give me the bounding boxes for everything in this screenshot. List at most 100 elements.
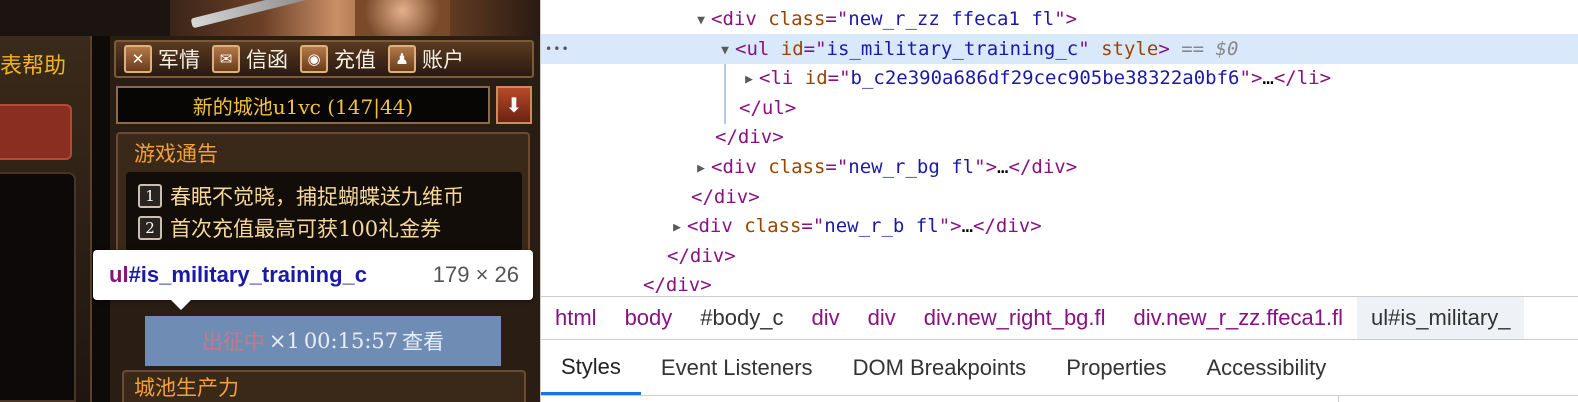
breadcrumb-item[interactable]: html	[541, 297, 611, 339]
expand-triangle-icon[interactable]: ▶	[667, 213, 687, 243]
dom-node-line[interactable]: ▶ <li id="b_c2e390a686df29cec905be38322a0…	[541, 63, 1578, 93]
warrior-artwork	[355, 0, 450, 36]
top-menu-bar: ✕ 军情 ✉ 信函 ◉ 充值 ♟ 账户	[114, 40, 534, 78]
city-name-bar[interactable]: 新的城池u1vc (147|44)	[116, 86, 490, 124]
more-options-icon[interactable]: •••	[545, 34, 570, 64]
attr-quote: "	[1239, 67, 1251, 90]
tag-end: >	[1065, 8, 1078, 30]
menu-item-military-intel[interactable]: ✕ 军情	[120, 44, 204, 74]
attr-quote: "	[938, 215, 951, 238]
expand-triangle-icon[interactable]: ▶	[691, 154, 711, 184]
crossed-swords-icon: ✕	[124, 45, 152, 73]
tag-end: >	[1250, 67, 1263, 90]
red-panel-button[interactable]	[0, 104, 72, 160]
tooltip-tag: ul	[109, 262, 129, 287]
menu-item-mail[interactable]: ✉ 信函	[208, 44, 292, 74]
attr-eq: ="	[827, 67, 851, 90]
attr-eq: ="	[825, 156, 849, 178]
training-count: ×1	[268, 329, 300, 353]
tab-properties[interactable]: Properties	[1046, 341, 1186, 395]
attr-name: class	[768, 8, 826, 30]
city-dropdown-button[interactable]: ⬇	[496, 86, 532, 124]
attr-eq: ="	[801, 215, 825, 238]
notice-title: 游戏通告	[134, 142, 218, 166]
breadcrumb-item[interactable]: #body_c	[686, 297, 797, 339]
closing-tag: </li>	[1273, 67, 1332, 90]
console-var: $0	[1215, 37, 1239, 60]
collapse-triangle-icon[interactable]: ▼	[691, 6, 711, 36]
breadcrumb: html body #body_c div div div.new_right_bg.fl…	[541, 296, 1578, 340]
military-training-row[interactable]: 出征中 ×1 00:15:57 查看	[145, 316, 501, 366]
attr-value: new_r_b fl	[824, 215, 939, 238]
notice-item[interactable]: 1 春眠不觉晓，捕捉蝴蝶送九维币	[126, 180, 522, 212]
dom-tree: ▼ <div class="new_r_zz ffeca1 fl"> ••• ▼ <ul…	[541, 0, 1578, 296]
tag-end: >	[985, 156, 998, 178]
closing-tag: </div>	[715, 126, 784, 149]
user-icon: ♟	[388, 45, 416, 73]
attr-name: class	[744, 215, 802, 238]
panel-divider	[92, 36, 110, 402]
tab-accessibility[interactable]: Accessibility	[1186, 341, 1346, 395]
notice-item[interactable]: 2 首次充值最高可获100礼金券	[126, 212, 522, 244]
dom-node-line[interactable]: </ul>	[541, 93, 1578, 123]
tag-end: >	[950, 215, 962, 238]
dom-node-line[interactable]: ▼ <div class="new_r_zz ffeca1 fl">	[541, 4, 1578, 34]
closing-tag: </div>	[643, 274, 712, 296]
tab-event-listeners[interactable]: Event Listeners	[641, 341, 833, 395]
collapsed-content[interactable]: …	[997, 156, 1008, 178]
breadcrumb-item[interactable]: div.new_r_zz.ffeca1.fl	[1120, 297, 1358, 339]
view-link[interactable]: 查看	[402, 326, 444, 356]
closing-tag: </div>	[691, 185, 760, 208]
attr-eq: ="	[825, 8, 849, 30]
menu-item-recharge[interactable]: ◉ 充值	[296, 44, 380, 74]
attr-quote: "	[1078, 37, 1090, 60]
envelope-icon: ✉	[212, 45, 240, 73]
tag-end: >	[1158, 37, 1170, 60]
attr-value: b_c2e390a686df29cec905be38322a0bf6	[850, 67, 1240, 90]
dom-node-line[interactable]: </div>	[541, 241, 1578, 271]
collapsed-content[interactable]: …	[1262, 67, 1273, 89]
number-badge-icon: 2	[138, 216, 162, 240]
menu-label: 信函	[246, 48, 288, 72]
devtools-tabs: Styles Event Listeners DOM Breakpoints Prop…	[541, 341, 1578, 396]
notice-list: 1 春眠不觉晓，捕捉蝴蝶送九维币 2 首次充值最高可获100礼金券	[126, 172, 522, 252]
attr-value: new_r_zz ffeca1 fl	[848, 8, 1055, 30]
attr-quote: "	[974, 156, 986, 178]
panel-splitter[interactable]	[1338, 396, 1339, 402]
breadcrumb-item[interactable]: ul#is_military_	[1357, 297, 1525, 339]
breadcrumb-item[interactable]: div	[854, 297, 910, 339]
attr-value: is_military_training_c	[826, 37, 1079, 60]
dom-node-line[interactable]: ▶ <div class="new_r_bg fl">…</div>	[541, 152, 1578, 182]
training-status: 出征中	[201, 330, 265, 354]
expand-triangle-icon[interactable]: ▶	[739, 65, 759, 95]
dom-node-line[interactable]: </div>	[541, 182, 1578, 212]
closing-tag: </div>	[973, 215, 1042, 238]
dom-node-line[interactable]: ••• ▼ <ul id="is_military_training_c" styl…	[541, 33, 1578, 66]
collapse-triangle-icon[interactable]: ▼	[715, 36, 735, 66]
tab-styles[interactable]: Styles	[541, 341, 641, 395]
coin-icon: ◉	[300, 45, 328, 73]
game-panel: 表帮助 ✕ 军情 ✉ 信函 ◉ 充值 ♟ 账户 新的城池u1vc (147|44…	[0, 0, 540, 402]
closing-tag: </div>	[1008, 156, 1078, 178]
attr-name: id	[804, 67, 828, 90]
production-title: 城池生产力	[134, 376, 239, 400]
dom-node-line[interactable]: </div>	[541, 270, 1578, 296]
console-ref: ==	[1169, 37, 1216, 60]
help-label[interactable]: 表帮助	[0, 48, 66, 80]
breadcrumb-item[interactable]: div	[797, 297, 853, 339]
dom-node-line[interactable]: ▶ <div class="new_r_b fl">…</div>	[541, 211, 1578, 241]
tag-open: <li	[759, 67, 805, 90]
menu-item-account[interactable]: ♟ 账户	[384, 44, 468, 74]
breadcrumb-item[interactable]: body	[611, 297, 687, 339]
tag-open: <div	[711, 8, 769, 30]
menu-label: 军情	[158, 48, 200, 72]
breadcrumb-item[interactable]: div.new_right_bg.fl	[910, 297, 1120, 339]
menu-label: 充值	[334, 48, 376, 72]
tab-dom-breakpoints[interactable]: DOM Breakpoints	[833, 341, 1047, 395]
tag-open: <div	[687, 215, 745, 238]
notice-text: 首次充值最高可获100礼金券	[170, 217, 442, 241]
arrow-down-icon: ⬇	[505, 93, 523, 117]
collapsed-content[interactable]: …	[962, 215, 973, 237]
tree-guide-line	[724, 64, 726, 124]
dom-node-line[interactable]: </div>	[541, 122, 1578, 152]
